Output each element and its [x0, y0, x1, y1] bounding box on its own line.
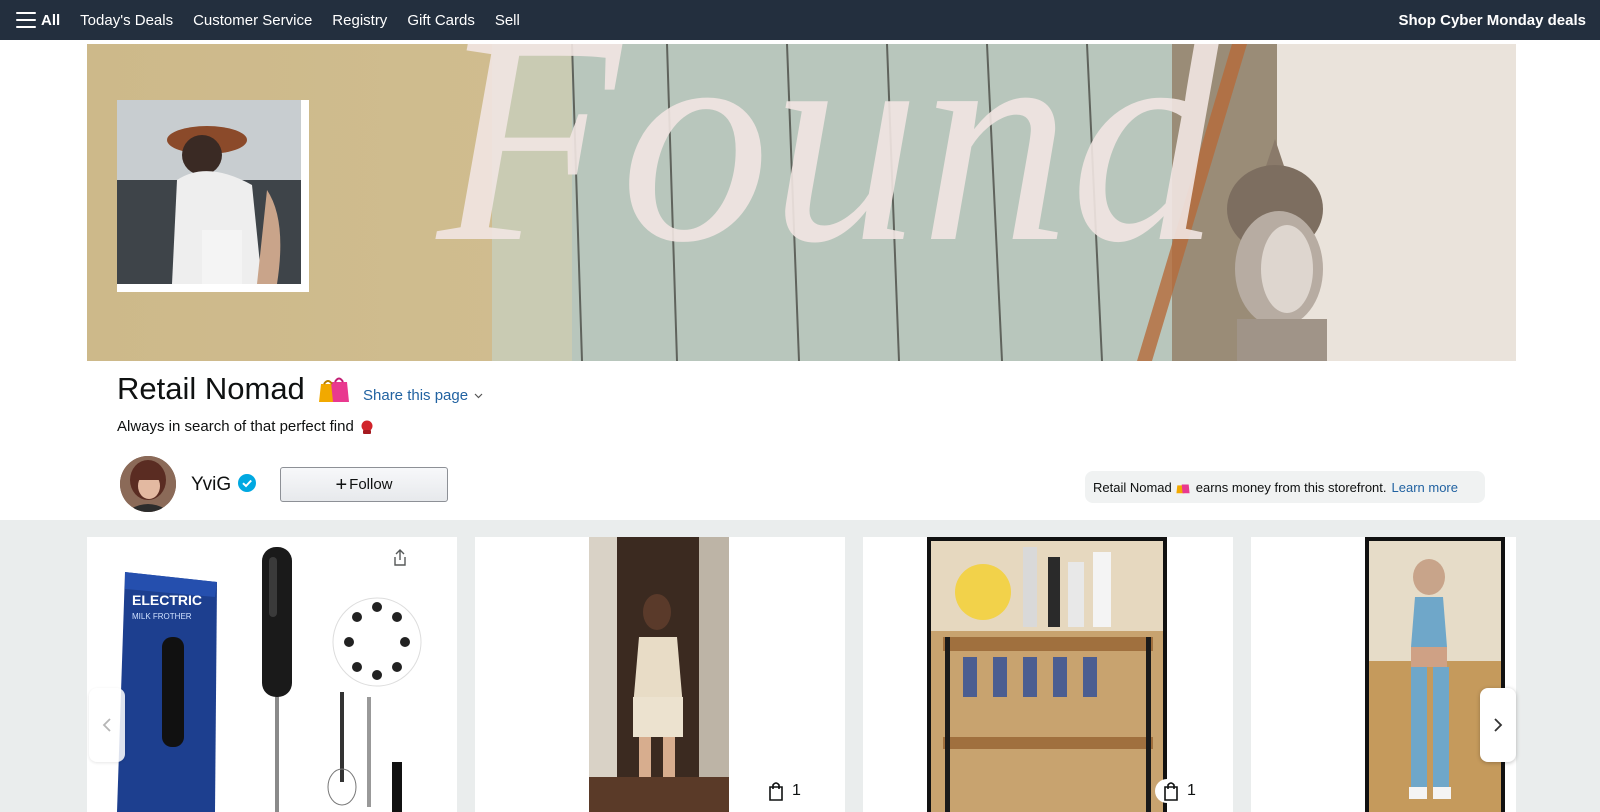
all-menu-label: All [41, 11, 61, 29]
share-page-label: Share this page [363, 387, 469, 404]
nav-item-todays-deals[interactable]: Today's Deals [80, 12, 173, 29]
tagged-products-count[interactable]: 1 [1155, 779, 1204, 803]
svg-text:ELECTRIC: ELECTRIC [132, 592, 202, 608]
all-menu-button[interactable]: All [16, 12, 60, 29]
milk-frother-image: ELECTRIC MILK FROTHER [117, 547, 422, 812]
post-card-bar-cart[interactable]: 1 [863, 537, 1233, 812]
post-card-beige-outfit[interactable]: 1 [475, 537, 845, 812]
earnings-disclosure: Retail Nomad earns money from this store… [1085, 471, 1485, 503]
nav-item-gift-cards[interactable]: Gift Cards [407, 12, 475, 29]
creator-username[interactable]: YviG [191, 474, 231, 496]
cover-banner: Found [87, 44, 1516, 361]
carousel-next-button[interactable] [1480, 688, 1516, 762]
product-count: 1 [792, 782, 801, 799]
learn-more-link[interactable]: Learn more [1392, 480, 1458, 495]
top-nav-bar: All Today's Deals Customer Service Regis… [0, 0, 1600, 40]
verified-badge-icon [238, 474, 256, 492]
follow-button[interactable]: + Follow [280, 467, 448, 502]
profile-photo [117, 100, 309, 292]
share-page-link[interactable]: Share this page [363, 387, 483, 404]
nav-item-sell[interactable]: Sell [495, 12, 520, 29]
cyber-monday-promo-link[interactable]: Shop Cyber Monday deals [1398, 12, 1586, 29]
store-tagline: Always in search of that perfect find [117, 418, 374, 435]
plus-icon: + [335, 473, 348, 496]
tagline-text: Always in search of that perfect find [117, 418, 354, 435]
post-card-activewear[interactable] [1251, 537, 1516, 812]
product-count: 1 [1187, 782, 1196, 799]
boxing-glove-icon [361, 420, 373, 434]
nav-item-registry[interactable]: Registry [332, 12, 387, 29]
shopping-bags-icon [319, 377, 349, 402]
creator-avatar[interactable] [120, 456, 176, 512]
nav-item-customer-service[interactable]: Customer Service [193, 12, 312, 29]
store-title: Retail Nomad [117, 371, 305, 406]
bar-cart-image [927, 537, 1167, 812]
mirror-selfie-image [589, 537, 729, 812]
disclosure-text: earns money from this storefront. [1195, 479, 1387, 495]
shopping-bag-icon [769, 782, 783, 801]
activewear-selfie-image [1365, 537, 1505, 812]
chevron-down-icon [474, 393, 483, 398]
carousel-prev-button[interactable] [89, 688, 125, 762]
tagged-products-count[interactable]: 1 [760, 779, 809, 803]
hamburger-icon [16, 12, 36, 28]
disclosure-store-name: Retail Nomad [1093, 479, 1172, 495]
chevron-left-icon [102, 718, 111, 732]
banner-word: Found [432, 44, 1225, 304]
svg-text:MILK FROTHER: MILK FROTHER [132, 612, 192, 621]
shopping-bag-icon [1164, 782, 1178, 801]
product-card-milk-frother[interactable]: ELECTRIC MILK FROTHER [87, 537, 457, 812]
follow-label: Follow [349, 476, 393, 493]
shopping-bags-icon [1176, 483, 1190, 493]
share-icon[interactable] [392, 549, 408, 567]
chevron-right-icon [1494, 718, 1503, 732]
